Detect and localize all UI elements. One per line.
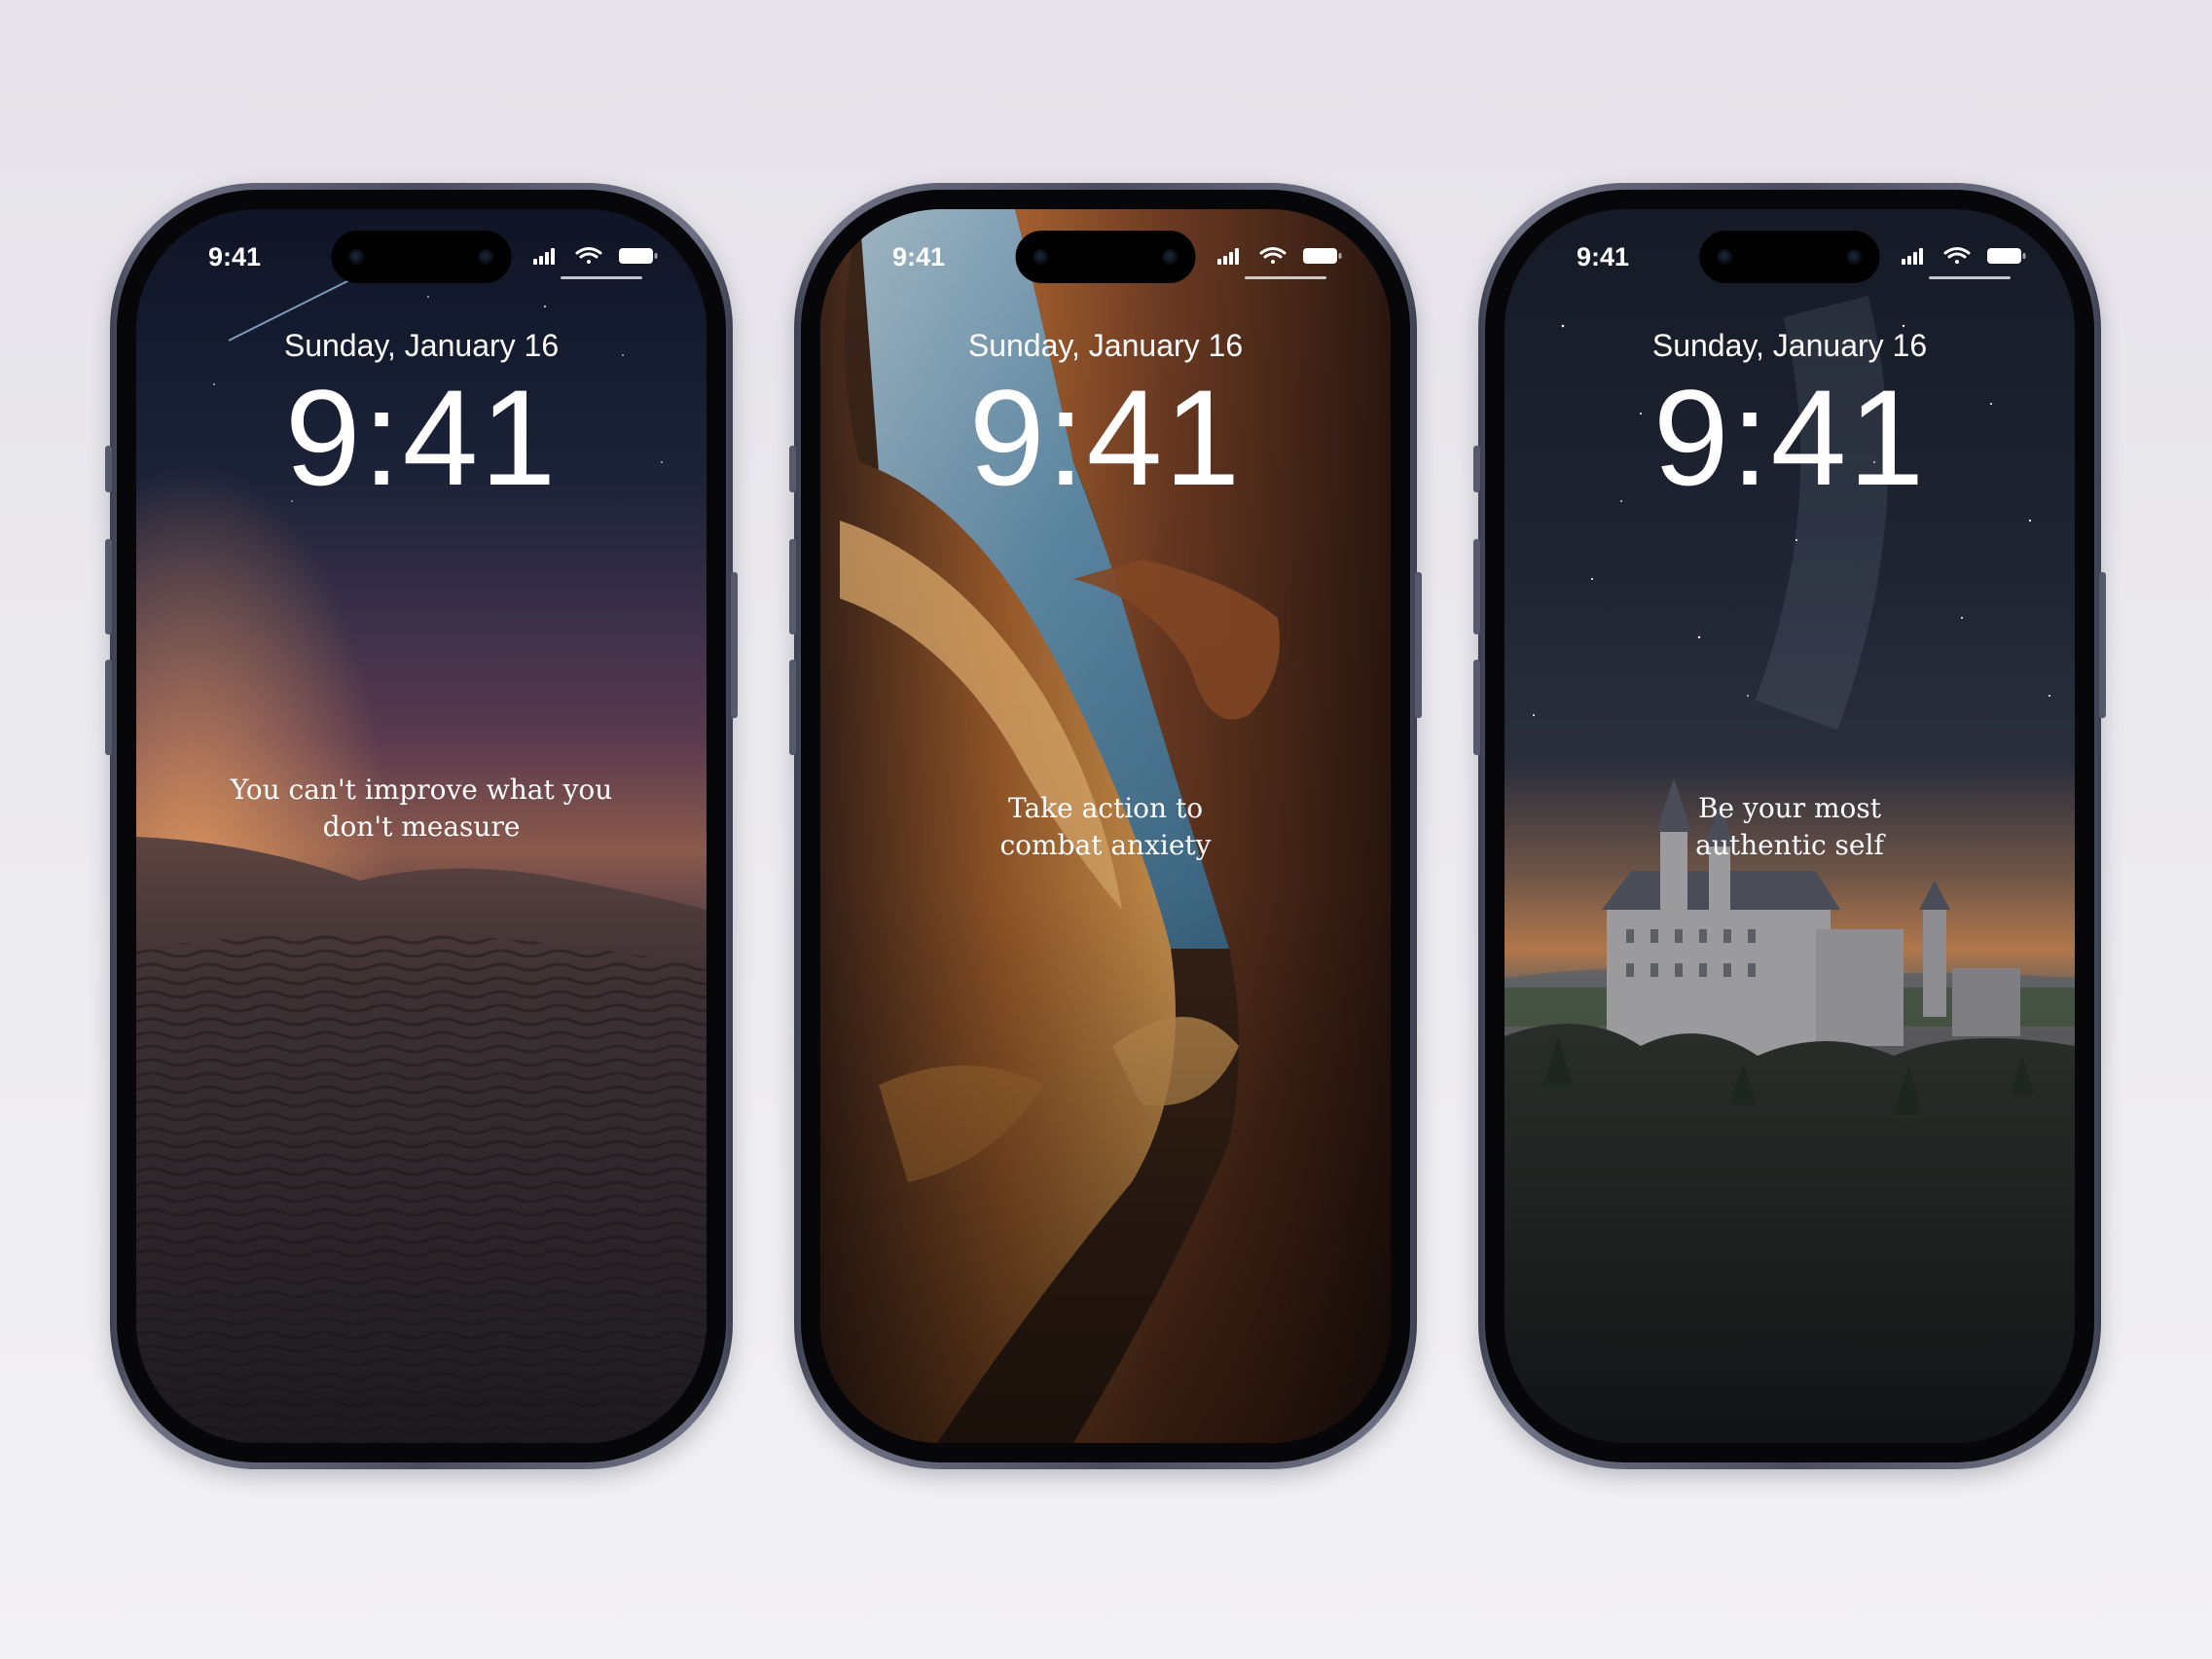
phone-mockup-canyon: 9:41 Sunday, January 16 9:41 Take action… — [789, 183, 1422, 1469]
volume-up-button — [1473, 539, 1480, 634]
dynamic-island — [1015, 231, 1196, 283]
lock-screen: 9:41 Sunday, January 16 9:41 Take action… — [820, 209, 1391, 1443]
status-bar-time: 9:41 — [1577, 242, 1630, 271]
status-underline — [1929, 276, 2011, 279]
side-button — [2099, 572, 2106, 718]
signal-icon — [1217, 248, 1239, 265]
quote-text: Take action to combat anxiety — [999, 792, 1212, 861]
status-bar-time: 9:41 — [208, 242, 262, 271]
status-underline — [561, 276, 642, 279]
lock-screen: 9:41 Sunday, January 16 9:41 Be your mos… — [1505, 209, 2075, 1443]
signal-icon — [533, 248, 555, 265]
lock-date: Sunday, January 16 — [1651, 328, 1928, 363]
quote-text: You can't improve what you don't measure — [230, 774, 613, 843]
wifi-icon — [575, 247, 602, 264]
lock-clock: 9:41 — [1652, 361, 1927, 514]
phone-mockup-desert: 9:41 Sunday, January 16 9:41 You can't i… — [105, 183, 738, 1469]
status-icons — [1217, 247, 1342, 265]
camera-lens — [1033, 249, 1049, 265]
sensor-lens — [478, 249, 494, 265]
volume-up-button — [789, 539, 796, 634]
volume-down-button — [1473, 660, 1480, 755]
action-button — [789, 446, 796, 492]
battery-icon — [619, 248, 658, 264]
sensor-lens — [1162, 249, 1179, 265]
lock-screen: 9:41 Sunday, January 16 9:41 You can't i… — [136, 209, 707, 1443]
status-underline — [1245, 276, 1326, 279]
camera-lens — [348, 249, 365, 265]
status-bar-time: 9:41 — [892, 242, 946, 271]
side-button — [1415, 572, 1422, 718]
volume-up-button — [105, 539, 112, 634]
lock-clock: 9:41 — [284, 361, 559, 514]
battery-icon — [1987, 248, 2026, 264]
dynamic-island — [1699, 231, 1880, 283]
status-icons — [1902, 247, 2026, 265]
action-button — [105, 446, 112, 492]
camera-lens — [1717, 249, 1733, 265]
volume-down-button — [105, 660, 112, 755]
signal-icon — [1902, 248, 1923, 265]
battery-icon — [1303, 248, 1342, 264]
quote-text: Be your most authentic self — [1695, 792, 1884, 861]
lock-date: Sunday, January 16 — [283, 328, 560, 363]
lock-date: Sunday, January 16 — [967, 328, 1244, 363]
phone-mockup-castle: 9:41 Sunday, January 16 9:41 Be your mos… — [1473, 183, 2106, 1469]
dynamic-island — [331, 231, 512, 283]
volume-down-button — [789, 660, 796, 755]
status-icons — [533, 247, 658, 265]
action-button — [1473, 446, 1480, 492]
wifi-icon — [1943, 247, 1971, 264]
lock-clock: 9:41 — [968, 361, 1243, 514]
sensor-lens — [1846, 249, 1863, 265]
wifi-icon — [1259, 247, 1287, 264]
side-button — [731, 572, 738, 718]
